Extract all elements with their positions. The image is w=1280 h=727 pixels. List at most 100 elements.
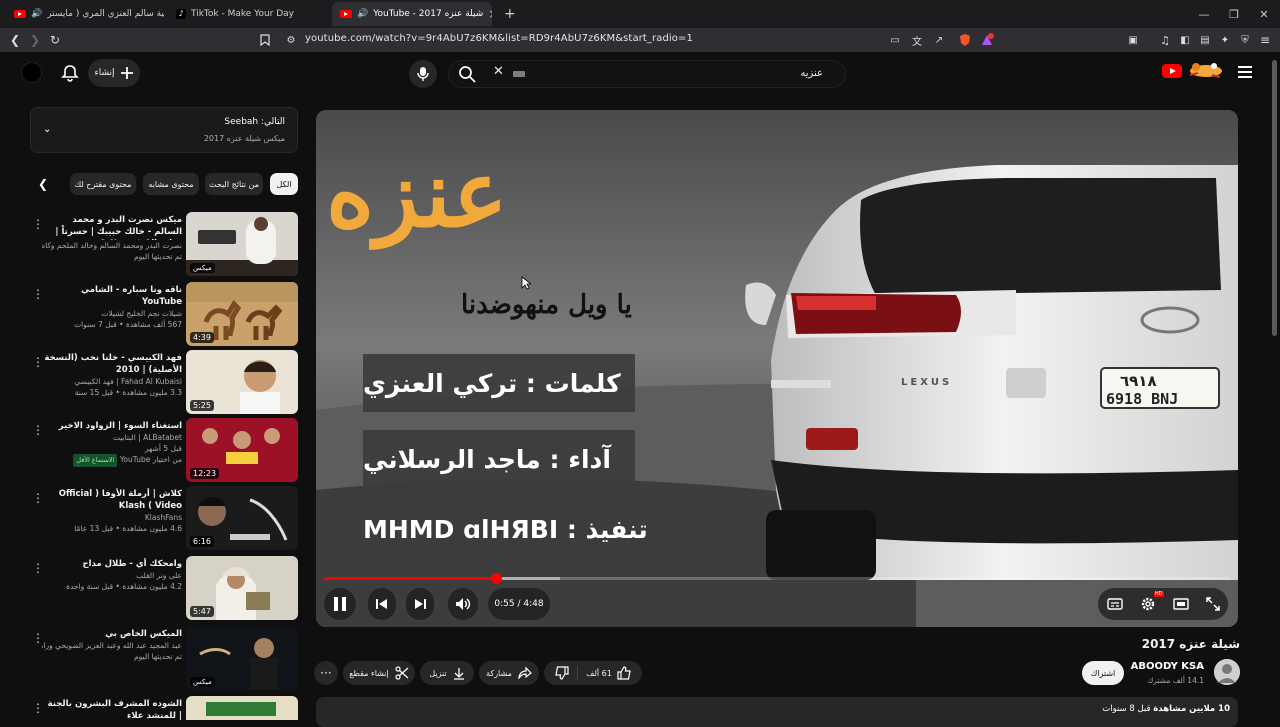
miniplayer-icon[interactable] <box>1172 598 1189 610</box>
tab-1[interactable]: 🔊 منقية سالم العنزي المري ( مايستر <box>6 2 164 26</box>
keyboard-icon[interactable] <box>513 71 525 77</box>
video-thumbnail[interactable]: 4:39 <box>186 282 298 346</box>
previous-icon[interactable] <box>368 588 396 620</box>
more-options-icon[interactable]: ⋮ <box>32 218 44 232</box>
chip-from-search[interactable]: من نتائج البحث <box>205 173 263 195</box>
list-item[interactable]: ⋮ ناقه ونا سباره - الشامي YouTube شيلات … <box>30 282 298 348</box>
chip-all[interactable]: الكل <box>270 173 298 195</box>
chevron-down-icon[interactable]: ⌄ <box>43 124 51 135</box>
search-box[interactable]: ✕ عنزيه <box>448 60 846 88</box>
video-player[interactable]: LEXUS ٦٩١٨ 6918 BNJ عنزه يا ويل منهوضدنا… <box>316 110 1238 627</box>
chevron-left-icon[interactable]: ❮ <box>38 177 48 191</box>
restore-icon[interactable]: ❐ <box>1218 0 1250 28</box>
more-options-icon[interactable]: ⋮ <box>32 288 44 302</box>
download-button[interactable]: تنزيل <box>420 661 474 685</box>
subtitles-icon[interactable] <box>1106 598 1123 610</box>
close-window-icon[interactable]: ✕ <box>1248 0 1280 28</box>
close-tab-icon[interactable]: × <box>488 7 492 21</box>
video-thumbnail[interactable]: ميكس <box>186 212 298 276</box>
list-item[interactable]: ⋮ الميكس الخاص بي عبد المجيد عبد الله وع… <box>30 626 298 692</box>
menu-icon[interactable] <box>1238 66 1252 78</box>
cast-icon[interactable]: ▭ <box>886 31 904 49</box>
reload-icon[interactable]: ↻ <box>46 31 64 49</box>
list-item[interactable]: ⋮ الشوده المشرف البشرون بالجنة | للمنشد … <box>30 696 298 720</box>
clear-search-icon[interactable]: ✕ <box>493 64 504 79</box>
video-meta: 567 ألف مشاهدة • قبل 7 سنوات <box>74 320 182 329</box>
bookmark-icon[interactable] <box>256 31 274 49</box>
pause-icon[interactable] <box>324 588 356 620</box>
url-text[interactable]: youtube.com/watch?v=9r4AbU7z6KM&list=RD9… <box>305 33 693 44</box>
like-button[interactable]: 61 ألف <box>577 666 639 680</box>
more-options-icon[interactable]: ⋮ <box>32 356 44 370</box>
right-controls: HD <box>1098 588 1228 620</box>
video-thumbnail[interactable]: 5:25 <box>186 350 298 414</box>
search-icon[interactable] <box>457 64 477 84</box>
avatar[interactable] <box>21 62 42 83</box>
bell-icon[interactable] <box>60 63 80 83</box>
list-item[interactable]: ⋮ استغناء السوء | الزواود الاخير ALBatab… <box>30 418 298 484</box>
chip-recommended[interactable]: محتوى مقترح لك <box>70 173 136 195</box>
back-icon[interactable]: ❮ <box>6 31 24 49</box>
create-button[interactable]: إنشاء <box>88 59 140 87</box>
channel-avatar[interactable] <box>1214 659 1240 685</box>
list-item[interactable]: ⋮ وامحكك أي - طلال مداح على وتر القلب 4.… <box>30 556 298 622</box>
dislike-button[interactable] <box>547 666 577 680</box>
list-item[interactable]: ⋮ ميكس نصرت البدر و محمد السالم - خالك ح… <box>30 212 298 278</box>
video-thumbnail[interactable]: ميكس <box>186 626 298 690</box>
more-options-icon[interactable]: ⋮ <box>32 562 44 576</box>
share-button[interactable]: مشاركة <box>479 661 539 685</box>
create-icon <box>120 67 133 79</box>
brave-rewards-icon[interactable] <box>978 31 996 49</box>
video-title: فهد الكبيسي - خلنا نحب (النسخة الأصلية) … <box>44 353 182 375</box>
address-bar: ❮ ❯ ↻ ⚙ youtube.com/watch?v=9r4AbU7z6KM&… <box>0 28 1280 52</box>
youtube-doodle-icon[interactable] <box>1184 61 1224 79</box>
screenshot-icon[interactable]: ▣ <box>1124 31 1142 49</box>
leo-ai-icon[interactable]: ✦ <box>1216 31 1234 49</box>
volume-icon[interactable] <box>448 588 478 620</box>
subscribe-button[interactable]: اشتراك <box>1082 661 1124 685</box>
playlist-header[interactable]: ⌄ التالي: Seebah ميكس شيلة عنزه 2017 <box>30 107 298 153</box>
sidebar-icon[interactable]: ◧ <box>1176 31 1194 49</box>
video-title: ناقه ونا سباره - الشامي YouTube <box>81 285 182 307</box>
browser-menu-icon[interactable]: ≡ <box>1256 31 1274 49</box>
new-tab-button[interactable]: + <box>496 2 516 26</box>
tab-3-active[interactable]: 🔊 YouTube - شيلة عنزه 2017 × <box>332 2 492 26</box>
video-info: ناقه ونا سباره - الشامي YouTube شيلات نج… <box>42 284 182 330</box>
wallet-icon[interactable]: ▤ <box>1196 31 1214 49</box>
channel-name[interactable]: ABOODY KSA <box>1131 661 1204 672</box>
description-box[interactable]: 10 ملايين مشاهدة قبل 8 سنوات <box>316 697 1238 727</box>
video-thumbnail[interactable]: 6:16 <box>186 486 298 550</box>
video-thumbnail[interactable]: 5:47 <box>186 556 298 620</box>
list-item[interactable]: ⋮ فهد الكبيسي - خلنا نحب (النسخة الأصلية… <box>30 350 298 416</box>
video-thumbnail[interactable]: 12:23 <box>186 418 298 482</box>
media-icon[interactable]: ♫ <box>1156 31 1174 49</box>
share-page-icon[interactable]: ↗ <box>930 31 948 49</box>
brave-shield-icon[interactable] <box>956 31 974 49</box>
more-options-icon[interactable]: ⋮ <box>32 424 44 438</box>
overlay-subtitle: يا ويل منهوضدنا <box>461 290 632 320</box>
more-options-icon[interactable]: ⋮ <box>32 702 44 716</box>
clip-button[interactable]: إنشاء مقطع <box>343 661 415 685</box>
more-options-icon[interactable]: ⋮ <box>32 492 44 506</box>
page-scrollbar[interactable] <box>1272 60 1277 336</box>
video-thumbnail[interactable] <box>186 696 298 720</box>
speaker-icon[interactable]: 🔊 <box>357 9 368 19</box>
translate-icon[interactable]: 文 <box>908 31 926 49</box>
tab-2[interactable]: ♪ TikTok - Make Your Day <box>168 2 324 26</box>
fullscreen-icon[interactable] <box>1205 597 1220 611</box>
list-item[interactable]: ⋮ كلاش | أرملة الأوفا ( Official Video )… <box>30 486 298 552</box>
progress-bar[interactable] <box>324 573 1230 584</box>
more-actions-icon[interactable]: ··· <box>314 661 338 685</box>
site-info-icon[interactable]: ⚙ <box>282 31 300 49</box>
vpn-icon[interactable]: ⛨ <box>1236 31 1254 49</box>
minimize-icon[interactable]: — <box>1188 0 1220 28</box>
forward-icon[interactable]: ❯ <box>26 31 44 49</box>
more-options-icon[interactable]: ⋮ <box>32 632 44 646</box>
mic-icon[interactable] <box>409 60 437 88</box>
search-input[interactable]: عنزيه <box>800 68 823 79</box>
youtube-logo[interactable] <box>1162 64 1182 78</box>
settings-icon[interactable]: HD <box>1140 591 1164 612</box>
speaker-icon[interactable]: 🔊 <box>31 9 42 19</box>
next-icon[interactable] <box>406 588 434 620</box>
chip-related[interactable]: محتوى مشابه <box>143 173 199 195</box>
